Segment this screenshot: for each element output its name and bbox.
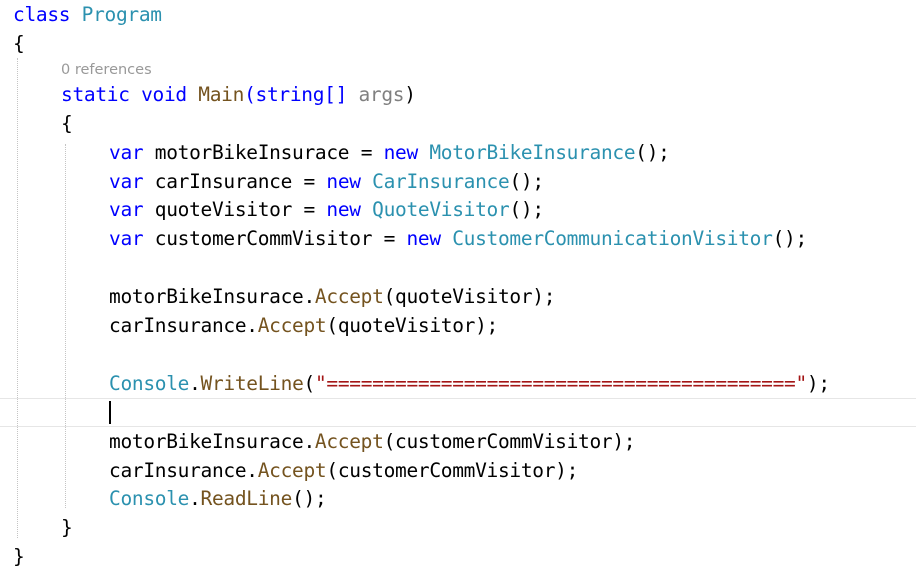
keyword-var: var [109,170,144,193]
var-name: customerCommVisitor = [143,227,407,250]
object-ref: carInsurance. [109,459,258,482]
object-ref: motorBikeInsurace. [109,430,315,453]
statement-end: (); [509,170,544,193]
indent-guide-method [65,144,66,508]
code-line-call-car-comm[interactable]: carInsurance.Accept(customerCommVisitor)… [109,456,578,485]
string-literal: "=======================================… [314,372,807,395]
keyword-new: new [383,141,419,164]
code-line-method-open-brace[interactable]: { [61,109,73,138]
method-writeline: WriteLine [200,372,304,395]
code-line-writeline[interactable]: Console.WriteLine("=====================… [109,369,830,398]
method-readline: ReadLine [200,487,293,510]
code-line-decl-motorbike[interactable]: var motorBikeInsurace = new MotorBikeIns… [109,138,670,167]
var-name: motorBikeInsurace = [143,141,384,164]
method-accept: Accept [257,459,327,482]
type-console: Console [109,372,190,395]
var-name: carInsurance = [143,170,327,193]
method-accept: Accept [257,314,327,337]
dot: . [189,372,201,395]
keyword-new: new [406,227,441,250]
call-args: (quoteVisitor); [383,285,556,308]
type-name: QuoteVisitor [372,198,510,221]
keyword-class: class [13,3,71,26]
dot: . [189,487,201,510]
type-console: Console [109,487,190,510]
text-caret [109,401,111,424]
code-line-class-header[interactable]: class Program [13,0,162,29]
keyword-var: var [109,227,144,250]
params-close: ) [404,83,416,106]
code-line-method-close-brace[interactable]: } [61,513,73,542]
paren-close: ); [806,372,830,395]
keyword-var: var [109,198,144,221]
params-open: (string[] [244,83,359,106]
code-line-class-close-brace[interactable]: } [13,542,25,571]
method-accept: Accept [314,285,384,308]
statement-end: (); [635,141,670,164]
object-ref: motorBikeInsurace. [109,285,315,308]
method-name-main: Main [198,83,245,106]
statement-end: (); [509,198,544,221]
code-line-decl-car[interactable]: var carInsurance = new CarInsurance(); [109,167,544,196]
code-line-decl-quote-visitor[interactable]: var quoteVisitor = new QuoteVisitor(); [109,195,544,224]
type-name: CustomerCommunicationVisitor [452,227,773,250]
object-ref: carInsurance. [109,314,258,337]
keyword-new: new [326,170,361,193]
var-name: quoteVisitor = [143,198,327,221]
keyword-var: var [109,141,144,164]
code-editor[interactable]: class Program { 0 references static void… [0,0,916,574]
paren-open: ( [303,372,316,395]
statement-end: (); [772,227,808,250]
class-name: Program [81,3,162,26]
keyword-new: new [326,198,361,221]
code-line-open-brace[interactable]: { [13,29,25,58]
type-name: CarInsurance [372,170,510,193]
codelens-references[interactable]: 0 references [61,60,152,80]
statement-end: (); [292,487,327,510]
indent-guide-class [17,58,18,538]
code-line-readline[interactable]: Console.ReadLine(); [109,484,327,513]
code-line-call-motor-comm[interactable]: motorBikeInsurace.Accept(customerCommVis… [109,427,636,456]
param-args: args [358,83,405,106]
method-accept: Accept [314,430,384,453]
call-args: (customerCommVisitor); [383,430,636,453]
call-args: (quoteVisitor); [326,314,498,337]
type-name: MotorBikeInsurance [429,141,636,164]
call-args: (customerCommVisitor); [326,459,579,482]
code-line-decl-comm-visitor[interactable]: var customerCommVisitor = new CustomerCo… [109,224,807,253]
code-line-call-motor-quote[interactable]: motorBikeInsurace.Accept(quoteVisitor); [109,282,555,311]
current-line-highlight [0,398,916,427]
code-line-main-signature[interactable]: static void Main(string[] args) [61,80,416,109]
keyword-static-void: static void [61,83,187,106]
code-line-call-car-quote[interactable]: carInsurance.Accept(quoteVisitor); [109,311,498,340]
